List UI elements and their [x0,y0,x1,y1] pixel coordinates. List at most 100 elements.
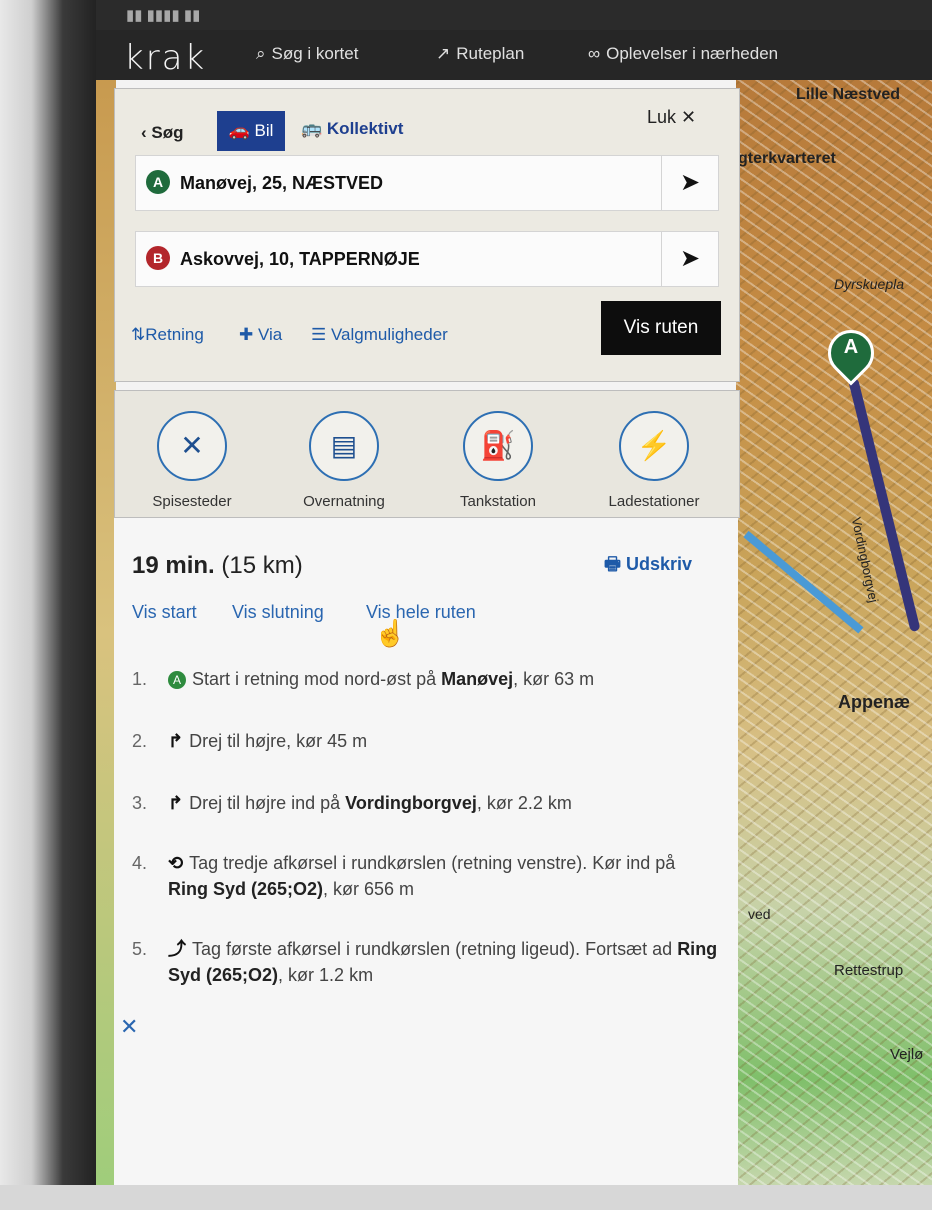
locate-to-button[interactable]: ➤ [661,232,718,286]
map-label: Appenæ [838,692,910,712]
route-options-link[interactable]: ☰ Valgmuligheder [311,325,448,345]
step-number: 5. [132,939,148,959]
map-edge [96,80,116,1190]
step-number: 2. [132,731,148,751]
print-button[interactable]: 🖶 Udskriv [604,552,692,582]
navbar: krak ⌕ Søg i kortet ↗ Ruteplan ∞ Oplevelser… [96,30,932,80]
plus-icon: ✚ [239,325,258,344]
step-text: Start i retning mod nord-øst på [192,669,442,689]
poi-panel: ✕ Spisesteder ▤ Overnatning ⛽ Tankstatio… [114,390,740,518]
print-label: Udskriv [626,554,693,574]
nav-nearby-label: Oplevelser i nærheden [606,44,779,63]
step-text: Drej til højre ind på [189,793,346,813]
map-label: Vejlø [890,1046,924,1063]
mode-car-tab[interactable]: 🚗 Bil [217,111,285,151]
turn-right-icon: ↱ [168,793,184,813]
back-label: Søg [151,123,184,142]
mode-transit-tab[interactable]: 🚌 Kollektivt [301,119,403,139]
bed-icon: ▤ [309,411,379,481]
poi-label: Ladestationer [608,493,700,510]
start-marker-icon: A [168,671,186,689]
turn-right-icon: ↱ [168,731,184,751]
step-distance: , kør 2.2 km [476,793,572,813]
poi-label: Overnatning [303,493,385,510]
poi-label: Tankstation [460,493,536,510]
map-label: gterkvarteret [738,150,836,167]
swap-icon: ⇅ [131,325,146,344]
to-address-value: Askovvej, 10, TAPPERNØJE [180,249,420,269]
step-road: Manøvej [441,669,514,689]
photo-bezel-bottom [0,1185,932,1210]
nav-route-label: Ruteplan [456,44,525,63]
printer-icon: 🖶 [604,554,626,574]
route-icon: ↗ [436,44,451,63]
poi-charging[interactable]: ⚡ Ladestationer [589,411,719,510]
charging-icon: ⚡ [619,411,689,481]
step-number: 1. [132,669,148,689]
via-label: Via [257,325,283,344]
binoculars-icon: ∞ [588,44,601,63]
map-canvas[interactable] [736,80,932,1190]
close-label: Luk [647,107,677,127]
route-distance: (15 km) [221,552,303,579]
roundabout-straight-icon: ⤴ [168,939,186,959]
direction-label: Retning [145,325,204,344]
step-distance: , kør 63 m [513,669,595,689]
location-arrow-icon: ➤ [679,245,701,272]
search-icon: ⌕ [256,44,266,63]
nav-search[interactable]: ⌕ Søg i kortet [256,44,358,64]
nav-nearby[interactable]: ∞ Oplevelser i nærheden [588,44,778,64]
from-address-value: Manøvej, 25, NÆSTVED [180,173,384,193]
locate-from-button[interactable]: ➤ [661,156,718,210]
step-number: 3. [132,793,148,813]
close-directions-icon[interactable]: ✕ [120,1014,138,1040]
poi-label: Spisesteder [152,493,232,510]
hand-cursor-icon: ☝ [374,618,407,648]
krak-logo[interactable]: krak [124,38,206,78]
directions-panel: 19 min. (15 km) 🖶 Udskriv Vis start Vis … [114,518,738,1190]
back-to-search-link[interactable]: ‹ Søg [141,123,184,143]
location-arrow-icon: ➤ [679,169,701,196]
fuel-icon: ⛽ [463,411,533,481]
map-label: ved [748,906,771,922]
mode-transit-label: Kollektivt [326,119,404,138]
route-planner-panel: ‹ Søg 🚗 Bil 🚌 Kollektivt Luk ✕ A Manøvej… [114,88,740,382]
roundabout-left-icon: ⟲ [168,853,184,873]
to-address-field[interactable]: B Askovvej, 10, TAPPERNØJE ➤ [135,231,719,287]
end-marker-icon: B [146,246,170,270]
route-summary: 19 min. (15 km) [132,552,303,580]
step-number: 4. [132,853,148,873]
step-distance: , kør 1.2 km [278,965,374,985]
nav-route-planner[interactable]: ↗ Ruteplan [436,44,524,64]
nav-search-label: Søg i kortet [271,44,359,63]
show-route-button[interactable]: Vis ruten [601,301,721,355]
view-start-link[interactable]: Vis start [132,602,197,623]
list-icon: ☰ [311,325,331,344]
route-duration: 19 min. [132,552,215,579]
close-button[interactable]: Luk ✕ [647,107,696,128]
map-label: Dyrskuepla [834,276,905,292]
step-road: Ring Syd (265;O2) [168,879,324,899]
options-label: Valgmuligheder [330,325,448,344]
car-icon: 🚗 [228,121,250,140]
add-via-link[interactable]: ✚ Via [239,325,282,345]
poi-restaurants[interactable]: ✕ Spisesteder [127,411,257,510]
from-address-field[interactable]: A Manøvej, 25, NÆSTVED ➤ [135,155,719,211]
bus-icon: 🚌 [301,119,323,138]
step-road: Vordingborgvej [345,793,477,813]
poi-fuel[interactable]: ⛽ Tankstation [433,411,563,510]
step-text: Tag tredje afkørsel i rundkørslen (retni… [189,853,676,873]
restaurant-icon: ✕ [157,411,227,481]
map-label: Lille Næstved [796,86,901,103]
start-pin-letter: A [843,336,859,358]
step-distance: , kør 656 m [323,879,415,899]
map-label: Rettestrup [834,962,904,979]
poi-lodging[interactable]: ▤ Overnatning [279,411,409,510]
reverse-direction-link[interactable]: ⇅Retning [131,325,204,345]
view-end-link[interactable]: Vis slutning [232,602,324,623]
browser-screen: ▮▮ ▮▮▮▮ ▮▮ krak ⌕ Søg i kortet ↗ Ruteplan … [96,0,932,1190]
close-icon: ✕ [681,107,697,127]
browser-tab-strip: ▮▮ ▮▮▮▮ ▮▮ [96,0,932,30]
step-text: Tag første afkørsel i rundkørslen (retni… [192,939,678,959]
photo-bezel [0,0,105,1210]
